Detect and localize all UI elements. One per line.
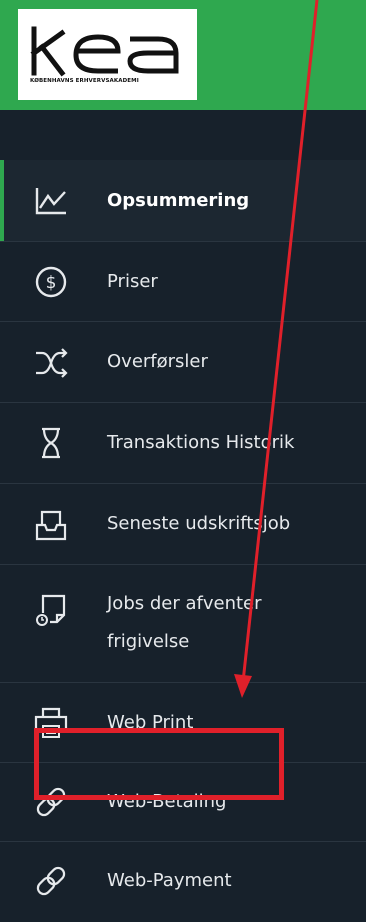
sidebar-item-overforsler[interactable]: Overførsler xyxy=(0,322,366,403)
app-header: KØBENHAVNS ERHVERVSAKADEMI xyxy=(0,0,366,110)
link-chain-icon xyxy=(34,785,68,819)
sidebar: Opsummering $ Priser Overførsler Transak… xyxy=(0,110,366,896)
sidebar-item-label: Opsummering xyxy=(107,190,250,211)
sidebar-item-opsummering[interactable]: Opsummering xyxy=(0,160,366,242)
sidebar-item-label: Transaktions Historik xyxy=(107,432,295,453)
hourglass-icon xyxy=(34,426,68,460)
sidebar-item-jobs-der-afventer[interactable]: Jobs der afventer frigivelse xyxy=(0,565,366,683)
sidebar-item-label: Priser xyxy=(107,271,158,292)
sidebar-item-web-betaling[interactable]: Web-Betaling xyxy=(0,763,366,842)
sidebar-item-web-payment[interactable]: Web-Payment xyxy=(0,842,366,922)
inbox-tray-icon xyxy=(34,508,68,542)
kea-wordmark xyxy=(30,26,179,77)
svg-text:$: $ xyxy=(46,273,57,293)
sidebar-item-label: Seneste udskriftsjob xyxy=(107,513,291,534)
sidebar-item-priser[interactable]: $ Priser xyxy=(0,242,366,322)
sidebar-item-label: Overførsler xyxy=(107,351,208,372)
sidebar-item-transaktions-historik[interactable]: Transaktions Historik xyxy=(0,403,366,484)
sidebar-item-seneste-udskriftsjob[interactable]: Seneste udskriftsjob xyxy=(0,484,366,565)
chart-line-icon xyxy=(34,184,68,218)
link-chain-icon xyxy=(34,864,68,898)
printer-icon xyxy=(34,706,68,740)
sidebar-item-label: Jobs der afventer xyxy=(107,593,262,614)
sidebar-nav: Opsummering $ Priser Overførsler Transak… xyxy=(0,160,366,922)
sidebar-item-label: Web-Payment xyxy=(107,870,232,891)
shuffle-arrows-icon xyxy=(34,346,68,380)
document-clock-icon xyxy=(34,593,68,627)
sidebar-item-web-print[interactable]: Web Print xyxy=(0,683,366,763)
sidebar-item-label-line2: frigivelse xyxy=(107,631,190,652)
logo-subtitle: KØBENHAVNS ERHVERVSAKADEMI xyxy=(30,78,139,84)
dollar-circle-icon: $ xyxy=(34,265,68,299)
sidebar-item-label: Web Print xyxy=(107,712,194,733)
sidebar-item-label: Web-Betaling xyxy=(107,791,227,812)
kea-logo[interactable]: KØBENHAVNS ERHVERVSAKADEMI xyxy=(18,9,197,100)
